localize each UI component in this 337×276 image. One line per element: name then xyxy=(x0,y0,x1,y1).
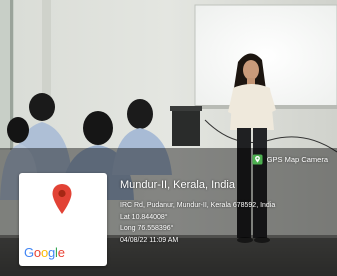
google-logo-letter: e xyxy=(57,245,65,260)
google-logo-letter: G xyxy=(24,245,34,260)
student-head-1 xyxy=(29,93,55,121)
google-logo: Google xyxy=(24,245,65,260)
location-info: Mundur-II, Kerala, India IRC Rd, Pudanur… xyxy=(120,178,332,246)
google-logo-letter: g xyxy=(47,245,56,260)
watermark-brand-label: GPS Map Camera xyxy=(266,154,328,164)
gps-map-camera-watermark: GPS Map Camera xyxy=(252,152,328,166)
student-head-4 xyxy=(127,99,153,129)
location-title: Mundur-II, Kerala, India xyxy=(120,179,235,191)
google-logo-letter: o xyxy=(33,245,41,260)
map-thumbnail: Google xyxy=(19,173,107,266)
longitude: Long 76.558396° xyxy=(120,225,174,232)
location-address: IRC Rd, Pudanur, Mundur-II, Kerala 67859… xyxy=(120,202,276,209)
google-logo-letter: o xyxy=(40,245,48,260)
datetime: 04/08/22 11:09 AM xyxy=(120,236,179,244)
student-head-2 xyxy=(7,117,29,143)
presenter-face xyxy=(243,60,259,80)
location-pin-icon xyxy=(52,184,72,214)
podium-top xyxy=(170,106,202,111)
student-head-3 xyxy=(83,111,113,145)
map-pin-camera-icon xyxy=(252,153,263,165)
podium xyxy=(172,108,200,146)
latitude: Lat 10.844008° xyxy=(120,213,168,221)
